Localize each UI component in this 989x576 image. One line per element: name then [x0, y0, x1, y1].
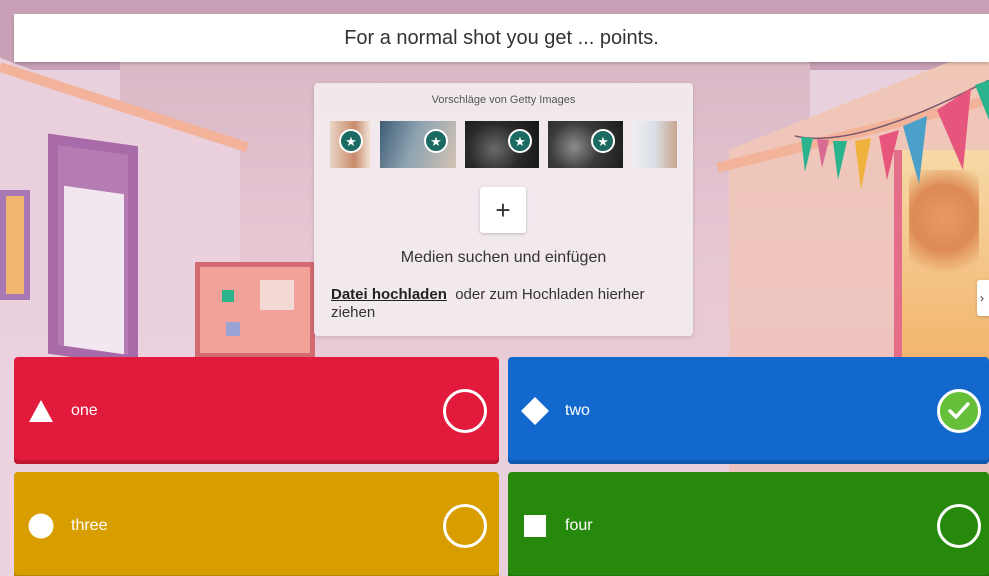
square-icon — [524, 514, 546, 537]
upload-file-link[interactable]: Datei hochladen — [331, 286, 447, 303]
answer-label: two — [565, 401, 590, 419]
answer-label: three — [71, 516, 108, 534]
correct-answer-toggle[interactable] — [937, 503, 981, 548]
check-icon — [948, 401, 970, 419]
circle-icon — [28, 513, 54, 538]
correct-answer-toggle[interactable] — [937, 388, 981, 433]
answer-option-3[interactable]: three — [14, 472, 499, 576]
bunting-decoration — [795, 80, 989, 190]
star-badge-icon: ★ — [508, 129, 532, 153]
correct-answer-toggle[interactable] — [443, 388, 487, 433]
add-media-button[interactable]: + — [480, 187, 526, 233]
star-badge-icon: ★ — [424, 129, 448, 153]
getty-thumbnail[interactable]: ★ — [465, 121, 539, 168]
getty-thumbnail[interactable]: ★ — [330, 121, 371, 168]
answer-option-4[interactable]: four — [508, 472, 989, 576]
getty-thumbnail[interactable] — [632, 121, 677, 168]
question-text: For a normal shot you get ... points. — [344, 26, 659, 49]
scene-window — [0, 190, 30, 300]
star-badge-icon: ★ — [339, 129, 363, 153]
scene-note — [260, 280, 294, 310]
correct-answer-toggle[interactable] — [443, 503, 487, 548]
answer-option-2[interactable]: two — [508, 357, 989, 464]
chevron-right-icon[interactable]: › — [977, 280, 989, 316]
scene-pinboard — [195, 262, 315, 358]
getty-thumbnail[interactable]: ★ — [380, 121, 456, 168]
answer-option-1[interactable]: one — [14, 357, 499, 464]
scene-door-panel — [64, 185, 124, 355]
question-title-input[interactable]: For a normal shot you get ... points. — [14, 14, 989, 62]
star-badge-icon: ★ — [591, 129, 615, 153]
plus-icon: + — [495, 194, 511, 225]
getty-thumbnails: ★ ★ ★ ★ — [330, 121, 677, 169]
search-media-label: Medien suchen und einfügen — [400, 249, 607, 266]
triangle-icon — [29, 399, 53, 422]
getty-suggestions-title: Vorschläge von Getty Images — [431, 94, 576, 106]
getty-thumbnail[interactable]: ★ — [548, 121, 623, 168]
diamond-icon — [521, 396, 549, 425]
scene-note — [222, 290, 234, 302]
media-panel: Vorschläge von Getty Images ★ ★ ★ ★ + Me… — [314, 83, 693, 336]
upload-instructions: Datei hochladen oder zum Hochladen hierh… — [331, 286, 671, 322]
answer-label: one — [71, 401, 98, 419]
scene-note — [226, 322, 240, 336]
answer-label: four — [565, 516, 593, 534]
